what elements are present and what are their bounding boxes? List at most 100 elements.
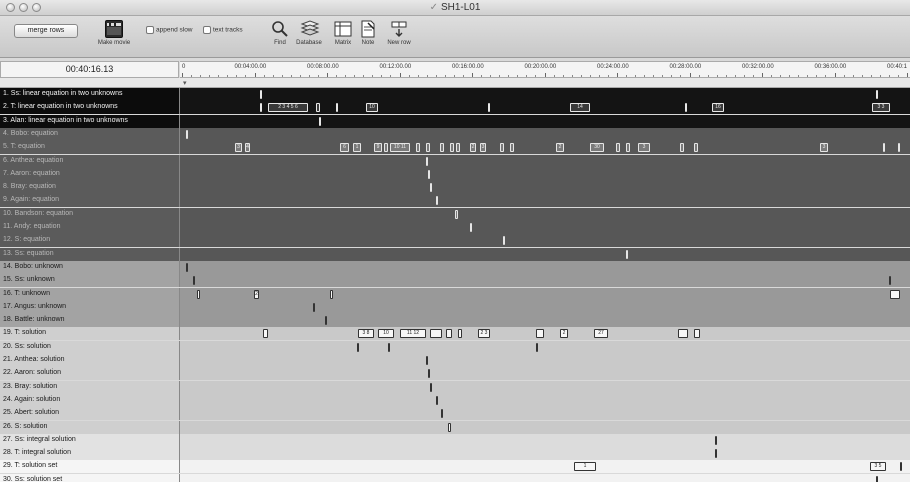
cell-marker[interactable]: 14: [570, 103, 590, 113]
track-timeline-area[interactable]: 1 3 5: [180, 460, 910, 474]
cell-marker[interactable]: [426, 156, 428, 166]
track-timeline-area[interactable]: [180, 433, 910, 447]
cell-marker[interactable]: [458, 329, 462, 339]
track-row[interactable]: 28. T: integral solution: [0, 447, 910, 461]
track-timeline-area[interactable]: [180, 314, 910, 328]
cell-marker[interactable]: [470, 223, 472, 232]
track-timeline-area[interactable]: [180, 447, 910, 461]
track-label[interactable]: 25. Abert: solution: [0, 407, 180, 421]
cell-marker[interactable]: 16: [712, 103, 724, 113]
cell-marker[interactable]: 2: [560, 329, 568, 339]
cell-marker[interactable]: [428, 369, 430, 379]
cell-marker[interactable]: 1: [574, 462, 596, 472]
track-label[interactable]: 30. Ss: solution set: [0, 473, 180, 482]
cell-marker[interactable]: [426, 143, 430, 153]
track-timeline-area[interactable]: [180, 380, 910, 394]
track-timeline-area[interactable]: [180, 340, 910, 354]
cell-marker[interactable]: 27: [594, 329, 608, 339]
track-label[interactable]: 6. Anthea: equation: [0, 154, 180, 168]
cell-marker[interactable]: 3 3: [872, 103, 890, 113]
track-row[interactable]: 7. Aaron: equation: [0, 167, 910, 181]
track-label[interactable]: 9. Again: equation: [0, 194, 180, 208]
track-row[interactable]: 8. Bray: equation: [0, 181, 910, 195]
track-row[interactable]: 12. S: equation: [0, 234, 910, 248]
cell-marker[interactable]: [330, 289, 333, 299]
cell-marker[interactable]: [384, 143, 388, 153]
cell-marker[interactable]: [260, 90, 262, 99]
track-label[interactable]: 20. Ss: solution: [0, 340, 180, 354]
cell-marker[interactable]: 10: [378, 329, 394, 339]
cell-marker[interactable]: 2 3 4 5 6: [268, 103, 308, 113]
cell-marker[interactable]: [626, 143, 630, 153]
track-timeline-area[interactable]: [180, 247, 910, 261]
playhead-marker-icon[interactable]: ▾: [183, 79, 187, 87]
cell-marker[interactable]: 2: [556, 143, 564, 153]
text-tracks-checkbox[interactable]: text tracks: [203, 26, 243, 34]
cell-marker[interactable]: [319, 116, 321, 126]
track-row[interactable]: 11. Andy: equation: [0, 221, 910, 234]
track-label[interactable]: 16. T: unknown: [0, 287, 180, 301]
track-label[interactable]: 22. Aaron: solution: [0, 367, 180, 381]
track-timeline-area[interactable]: [180, 127, 910, 141]
track-label[interactable]: 8. Bray: equation: [0, 181, 180, 195]
track-timeline-area[interactable]: [180, 420, 910, 434]
cell-marker[interactable]: [616, 143, 620, 153]
cell-marker[interactable]: [626, 249, 628, 259]
cell-marker[interactable]: 30: [590, 143, 604, 153]
cell-marker[interactable]: [446, 329, 452, 339]
cell-marker[interactable]: 3: [480, 143, 486, 153]
cell-marker[interactable]: 2: [470, 143, 476, 153]
cell-marker[interactable]: [890, 289, 900, 299]
track-row[interactable]: 26. S: solution: [0, 420, 910, 434]
merge-rows-button[interactable]: merge rows: [14, 24, 78, 38]
track-label[interactable]: 27. Ss: integral solution: [0, 433, 180, 447]
cell-marker[interactable]: 10: [366, 103, 378, 113]
cell-marker[interactable]: [456, 143, 460, 153]
track-label[interactable]: 19. T: solution: [0, 327, 180, 341]
track-timeline-area[interactable]: [180, 274, 910, 288]
track-timeline-area[interactable]: [180, 167, 910, 181]
cell-marker[interactable]: [430, 382, 432, 392]
track-timeline-area[interactable]: 3 8 10 11 12 2 3 2 27: [180, 327, 910, 341]
cell-marker[interactable]: 10 11: [390, 143, 410, 153]
track-timeline-area[interactable]: [180, 473, 910, 482]
track-row[interactable]: 18. Battle: unknown: [0, 314, 910, 328]
track-row[interactable]: 6. Anthea: equation: [0, 154, 910, 168]
track-label[interactable]: 26. S: solution: [0, 420, 180, 434]
matrix-button[interactable]: Matrix: [330, 20, 356, 46]
track-row[interactable]: 17. Angus: unknown: [0, 300, 910, 314]
track-timeline-area[interactable]: [180, 393, 910, 407]
cell-marker[interactable]: [898, 143, 900, 153]
track-row[interactable]: 5. T: equation 3 4 6 1 9 10 11 2 3 2 30 3 3: [0, 141, 910, 155]
cell-marker[interactable]: [889, 276, 891, 286]
cell-marker[interactable]: [260, 103, 262, 113]
cell-marker[interactable]: 2: [254, 289, 259, 299]
track-timeline-area[interactable]: 2: [180, 287, 910, 301]
cell-marker[interactable]: [436, 196, 438, 206]
cell-marker[interactable]: 2 3: [478, 329, 490, 339]
track-timeline-area[interactable]: 3 4 6 1 9 10 11 2 3 2 30 3 3: [180, 141, 910, 155]
track-row[interactable]: 21. Anthea: solution: [0, 354, 910, 367]
append-slow-checkbox[interactable]: append slow: [146, 26, 193, 34]
track-label[interactable]: 4. Bobo: equation: [0, 127, 180, 141]
track-row[interactable]: 14. Bobo: unknown: [0, 260, 910, 274]
cell-marker[interactable]: 6: [340, 143, 349, 153]
track-label[interactable]: 10. Bandson: equation: [0, 207, 180, 221]
track-row[interactable]: 4. Bobo: equation: [0, 127, 910, 141]
track-label[interactable]: 24. Again: solution: [0, 393, 180, 407]
track-label[interactable]: 15. Ss: unknown: [0, 274, 180, 288]
cell-marker[interactable]: [694, 143, 698, 153]
track-timeline-area[interactable]: [180, 407, 910, 421]
track-timeline-area[interactable]: [180, 88, 910, 101]
cell-marker[interactable]: [715, 449, 717, 459]
track-row[interactable]: 29. T: solution set 1 3 5: [0, 460, 910, 474]
track-row[interactable]: 19. T: solution 3 8 10 11 12 2 3 2 27: [0, 327, 910, 341]
cell-marker[interactable]: [428, 169, 430, 179]
cell-marker[interactable]: [388, 342, 390, 352]
cell-marker[interactable]: [876, 475, 878, 482]
track-row[interactable]: 9. Again: equation: [0, 194, 910, 208]
cell-marker[interactable]: [193, 276, 195, 286]
cell-marker[interactable]: [715, 435, 717, 445]
new-row-button[interactable]: New row: [384, 20, 414, 46]
cell-marker[interactable]: [197, 289, 200, 299]
